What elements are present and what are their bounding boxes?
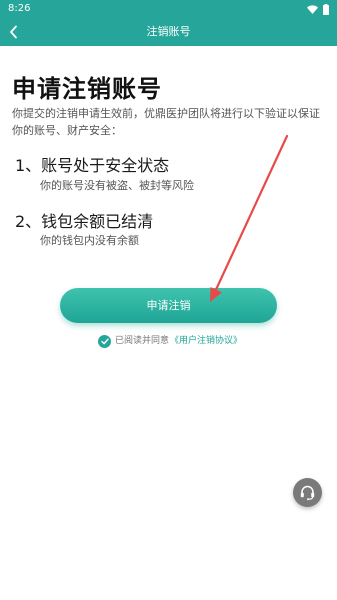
status-icons [307, 3, 329, 15]
agreement-row: 已阅读并同意 《用户注销协议》 [98, 334, 242, 348]
agreement-text: 已阅读并同意 [115, 336, 170, 346]
requirement-title: 1、账号处于安全状态 [15, 156, 170, 175]
back-arrow-icon [10, 25, 17, 39]
agree-checkbox[interactable] [98, 334, 111, 348]
page-heading: 申请注销账号 [12, 75, 162, 103]
wifi-icon [307, 4, 318, 14]
requirement-desc: 你的钱包内没有余额 [40, 234, 139, 247]
requirement-title: 2、钱包余额已结清 [15, 212, 154, 231]
customer-service-button[interactable] [293, 478, 322, 507]
requirement-desc: 你的账号没有被盗、被封等风险 [40, 179, 194, 192]
status-time: 8:26 [8, 3, 31, 14]
check-icon [100, 338, 109, 344]
headset-icon [300, 485, 315, 501]
status-bar: 8:26 [0, 0, 337, 18]
app-bar: 注销账号 [0, 18, 337, 46]
apply-cancel-button[interactable]: 申请注销 [60, 288, 277, 323]
back-button[interactable] [2, 20, 26, 44]
intro-text: 你提交的注销申请生效前，优鼎医护团队将进行以下验证以保证你的账号、财产安全： [12, 107, 320, 137]
battery-icon [323, 3, 329, 15]
app-bar-title: 注销账号 [146, 25, 191, 38]
agreement-link[interactable]: 《用户注销协议》 [170, 334, 242, 348]
